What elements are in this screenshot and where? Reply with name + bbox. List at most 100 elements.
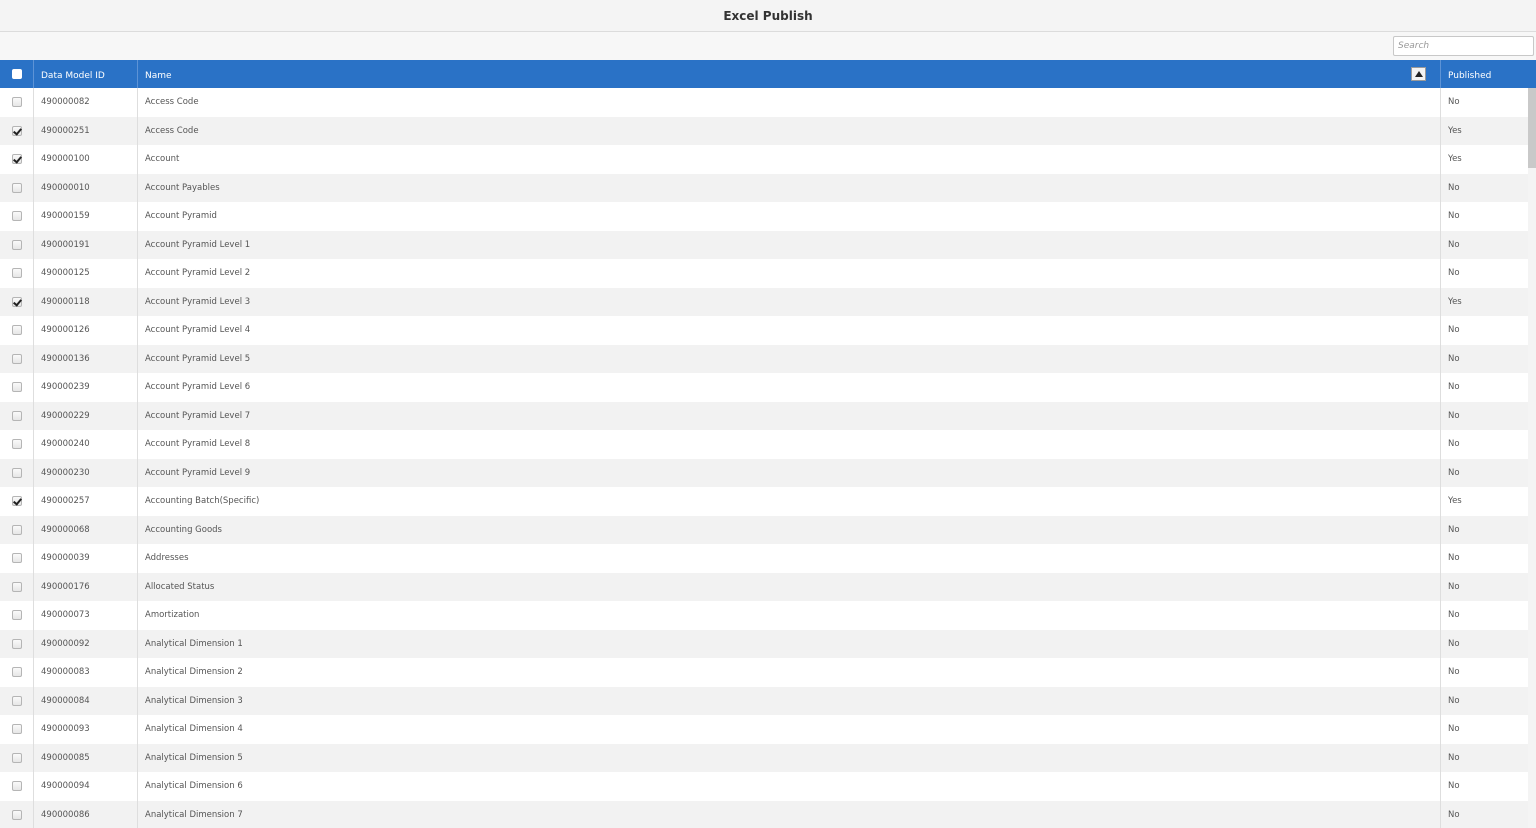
table-row[interactable]: 490000073 Amortization No bbox=[0, 601, 1536, 630]
table-row[interactable]: 490000230 Account Pyramid Level 9 No bbox=[0, 458, 1536, 487]
cell-data-model-id: 490000240 bbox=[34, 430, 138, 459]
row-checkbox[interactable] bbox=[11, 610, 22, 621]
row-checkbox[interactable] bbox=[11, 724, 22, 735]
row-checkbox[interactable] bbox=[11, 781, 22, 792]
table-row[interactable]: 490000086 Analytical Dimension 7 No bbox=[0, 800, 1536, 828]
cell-data-model-id: 490000125 bbox=[34, 259, 138, 288]
cell-data-model-id: 490000118 bbox=[34, 287, 138, 316]
table-row[interactable]: 490000100 Account Yes bbox=[0, 145, 1536, 174]
column-header-published[interactable]: Published bbox=[1441, 60, 1536, 88]
row-checkbox[interactable] bbox=[11, 695, 22, 706]
window-title: Excel Publish bbox=[723, 8, 813, 23]
row-checkbox[interactable] bbox=[11, 353, 22, 364]
row-checkbox[interactable] bbox=[11, 382, 22, 393]
row-checkbox[interactable] bbox=[11, 182, 22, 193]
row-checkbox[interactable] bbox=[11, 638, 22, 649]
column-header-name[interactable]: Name bbox=[138, 60, 1441, 88]
sort-ascending-icon[interactable] bbox=[1411, 67, 1426, 81]
toolbar bbox=[0, 32, 1536, 60]
row-checkbox-cell bbox=[0, 430, 34, 459]
select-all-cell bbox=[0, 60, 34, 88]
scrollbar-thumb[interactable] bbox=[1528, 88, 1536, 168]
table-row[interactable]: 490000010 Account Payables No bbox=[0, 173, 1536, 202]
cell-name: Analytical Dimension 1 bbox=[138, 629, 1441, 658]
cell-published: No bbox=[1448, 695, 1460, 706]
table-row[interactable]: 490000176 Allocated Status No bbox=[0, 572, 1536, 601]
cell-published: Yes bbox=[1448, 496, 1462, 507]
cell-data-model-id: 490000082 bbox=[34, 88, 138, 117]
row-checkbox[interactable] bbox=[11, 524, 22, 535]
cell-name: Account Pyramid Level 9 bbox=[138, 458, 1441, 487]
row-checkbox[interactable] bbox=[11, 239, 22, 250]
cell-published: No bbox=[1448, 752, 1460, 763]
row-checkbox[interactable] bbox=[11, 439, 22, 450]
table-row[interactable]: 490000191 Account Pyramid Level 1 No bbox=[0, 230, 1536, 259]
cell-name: Account Pyramid Level 6 bbox=[138, 373, 1441, 402]
cell-published: No bbox=[1448, 809, 1460, 820]
table-row[interactable]: 490000159 Account Pyramid No bbox=[0, 202, 1536, 231]
table-row[interactable]: 490000118 Account Pyramid Level 3 Yes bbox=[0, 287, 1536, 316]
cell-published: No bbox=[1448, 239, 1460, 250]
table-row[interactable]: 490000068 Accounting Goods No bbox=[0, 515, 1536, 544]
scrollbar-track[interactable] bbox=[1528, 88, 1536, 828]
cell-name: Account Pyramid Level 1 bbox=[138, 230, 1441, 259]
row-checkbox[interactable] bbox=[11, 325, 22, 336]
row-checkbox[interactable] bbox=[11, 296, 22, 307]
table-row[interactable]: 490000085 Analytical Dimension 5 No bbox=[0, 743, 1536, 772]
table-header: Data Model ID Name Published bbox=[0, 60, 1536, 88]
table-row[interactable]: 490000257 Accounting Batch(Specific) Yes bbox=[0, 487, 1536, 516]
table-row[interactable]: 490000240 Account Pyramid Level 8 No bbox=[0, 430, 1536, 459]
table-row[interactable]: 490000136 Account Pyramid Level 5 No bbox=[0, 344, 1536, 373]
cell-name: Account Pyramid Level 7 bbox=[138, 401, 1441, 430]
select-all-checkbox[interactable] bbox=[11, 69, 22, 79]
table-row[interactable]: 490000093 Analytical Dimension 4 No bbox=[0, 715, 1536, 744]
cell-published: No bbox=[1448, 724, 1460, 735]
row-checkbox[interactable] bbox=[11, 809, 22, 820]
cell-data-model-id: 490000239 bbox=[34, 373, 138, 402]
cell-published: No bbox=[1448, 268, 1460, 279]
row-checkbox-cell bbox=[0, 173, 34, 202]
table-row[interactable]: 490000084 Analytical Dimension 3 No bbox=[0, 686, 1536, 715]
row-checkbox[interactable] bbox=[11, 125, 22, 136]
cell-data-model-id: 490000230 bbox=[34, 458, 138, 487]
cell-name: Analytical Dimension 2 bbox=[138, 658, 1441, 687]
column-header-name-label: Name bbox=[145, 70, 172, 81]
cell-name: Analytical Dimension 3 bbox=[138, 686, 1441, 715]
cell-name: Analytical Dimension 5 bbox=[138, 743, 1441, 772]
row-checkbox[interactable] bbox=[11, 467, 22, 478]
table-row[interactable]: 490000229 Account Pyramid Level 7 No bbox=[0, 401, 1536, 430]
cell-name: Accounting Batch(Specific) bbox=[138, 487, 1441, 516]
row-checkbox[interactable] bbox=[11, 268, 22, 279]
column-header-id[interactable]: Data Model ID bbox=[34, 60, 138, 88]
cell-data-model-id: 490000083 bbox=[34, 658, 138, 687]
row-checkbox[interactable] bbox=[11, 752, 22, 763]
row-checkbox[interactable] bbox=[11, 667, 22, 678]
table-row[interactable]: 490000251 Access Code Yes bbox=[0, 116, 1536, 145]
row-checkbox[interactable] bbox=[11, 154, 22, 165]
cell-published: No bbox=[1448, 581, 1460, 592]
table-row[interactable]: 490000126 Account Pyramid Level 4 No bbox=[0, 316, 1536, 345]
table-row[interactable]: 490000083 Analytical Dimension 2 No bbox=[0, 658, 1536, 687]
row-checkbox[interactable] bbox=[11, 410, 22, 421]
row-checkbox-cell bbox=[0, 715, 34, 744]
cell-published: No bbox=[1448, 353, 1460, 364]
table-row[interactable]: 490000082 Access Code No bbox=[0, 88, 1536, 117]
table-row[interactable]: 490000039 Addresses No bbox=[0, 544, 1536, 573]
row-checkbox-cell bbox=[0, 344, 34, 373]
table-row[interactable]: 490000125 Account Pyramid Level 2 No bbox=[0, 259, 1536, 288]
row-checkbox[interactable] bbox=[11, 496, 22, 507]
table-row[interactable]: 490000092 Analytical Dimension 1 No bbox=[0, 629, 1536, 658]
table-row[interactable]: 490000239 Account Pyramid Level 6 No bbox=[0, 373, 1536, 402]
cell-name: Account Pyramid Level 5 bbox=[138, 344, 1441, 373]
row-checkbox[interactable] bbox=[11, 211, 22, 222]
data-grid: Data Model ID Name Published 490000082 Ac… bbox=[0, 60, 1536, 828]
cell-data-model-id: 490000039 bbox=[34, 544, 138, 573]
cell-name: Account Payables bbox=[138, 173, 1441, 202]
cell-published: Yes bbox=[1448, 125, 1462, 136]
row-checkbox[interactable] bbox=[11, 553, 22, 564]
row-checkbox-cell bbox=[0, 316, 34, 345]
table-row[interactable]: 490000094 Analytical Dimension 6 No bbox=[0, 772, 1536, 801]
row-checkbox[interactable] bbox=[11, 97, 22, 108]
search-input[interactable] bbox=[1393, 36, 1534, 56]
row-checkbox[interactable] bbox=[11, 581, 22, 592]
